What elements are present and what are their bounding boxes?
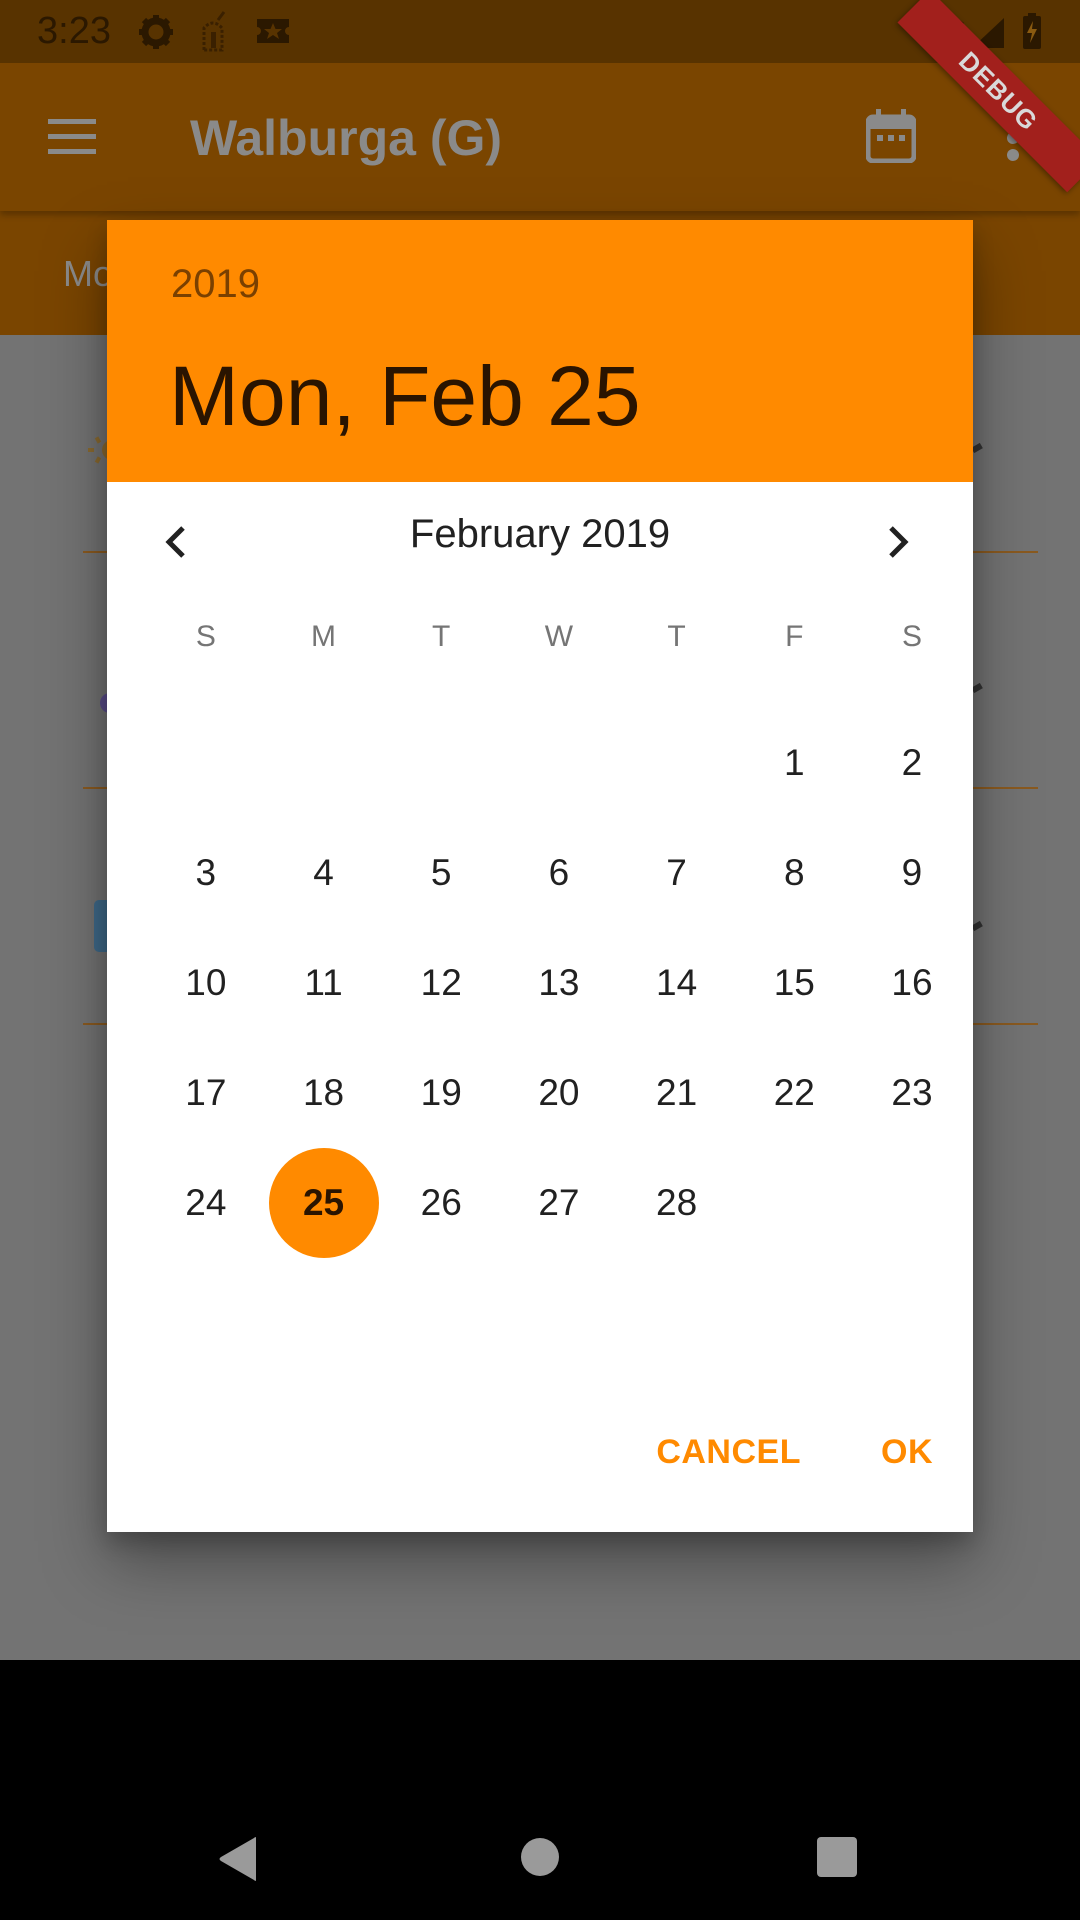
days-grid: 1 2 3 4 5 6 7 8 9 10 11 12 13 14 15 16 17 18 19 20 21 22 23 24 2… — [147, 708, 971, 1258]
day-cell[interactable]: 24 — [147, 1148, 265, 1258]
day-cell[interactable]: 19 — [382, 1038, 500, 1148]
day-number: 10 — [185, 962, 227, 1003]
day-cell[interactable]: 1 — [735, 708, 853, 818]
day-cell[interactable]: 11 — [265, 928, 383, 1038]
day-number: 20 — [538, 1072, 580, 1113]
day-number: 25 — [302, 1182, 345, 1223]
weekday-label: M — [311, 620, 337, 653]
cancel-button[interactable]: CANCEL — [616, 1433, 841, 1472]
day-cell[interactable]: 23 — [853, 1038, 971, 1148]
day-cell[interactable]: 13 — [500, 928, 618, 1038]
day-cell-selected[interactable]: 25 — [265, 1148, 383, 1258]
day-number: 7 — [666, 852, 687, 893]
day-number: 5 — [430, 852, 452, 893]
day-cell[interactable]: 7 — [618, 818, 736, 928]
empty-day-cell — [500, 708, 618, 818]
day-cell[interactable]: 9 — [853, 818, 971, 928]
system-nav-bar — [0, 1660, 1080, 1920]
day-number: 1 — [783, 742, 805, 783]
day-number: 4 — [313, 852, 334, 893]
day-cell[interactable]: 22 — [735, 1038, 853, 1148]
day-number: 8 — [783, 852, 805, 893]
weekday-label: S — [901, 620, 922, 653]
ok-button[interactable]: OK — [841, 1433, 973, 1472]
empty-day-cell — [382, 708, 500, 818]
empty-day-cell — [618, 708, 736, 818]
weekday-label: T — [667, 620, 686, 653]
day-cell[interactable]: 12 — [382, 928, 500, 1038]
weekday-label: S — [195, 620, 216, 653]
header-selected-date: Mon, Feb 25 — [169, 349, 641, 443]
day-cell[interactable]: 28 — [618, 1148, 736, 1258]
day-number: 15 — [773, 962, 815, 1003]
day-cell[interactable]: 4 — [265, 818, 383, 928]
day-number: 14 — [656, 962, 698, 1003]
day-number: 6 — [548, 852, 570, 893]
home-icon[interactable] — [521, 1838, 559, 1876]
chevron-right-icon[interactable] — [877, 522, 917, 562]
status-time: 3:23 — [37, 10, 111, 52]
empty-day-cell — [265, 708, 383, 818]
menu-icon[interactable] — [48, 119, 96, 155]
day-number: 17 — [185, 1072, 227, 1113]
day-cell[interactable]: 20 — [500, 1038, 618, 1148]
day-cell[interactable]: 26 — [382, 1148, 500, 1258]
day-cell[interactable]: 18 — [265, 1038, 383, 1148]
month-label: February 2019 — [409, 512, 671, 556]
ticket-star-icon — [255, 17, 291, 45]
day-cell[interactable]: 8 — [735, 818, 853, 928]
day-number: 22 — [773, 1072, 815, 1113]
day-number: 24 — [185, 1182, 227, 1223]
day-cell[interactable]: 17 — [147, 1038, 265, 1148]
day-cell[interactable]: 16 — [853, 928, 971, 1038]
day-number: 26 — [420, 1182, 462, 1223]
day-number: 11 — [304, 962, 343, 1003]
day-cell[interactable]: 2 — [853, 708, 971, 818]
day-number: 12 — [420, 962, 462, 1003]
day-number: 18 — [302, 1072, 345, 1113]
day-number: 13 — [538, 962, 580, 1003]
day-cell[interactable]: 3 — [147, 818, 265, 928]
app-notification-icon — [196, 10, 230, 52]
weekday-label: T — [432, 620, 451, 653]
calendar-icon[interactable] — [865, 109, 917, 164]
day-number: 27 — [538, 1182, 580, 1223]
header-year[interactable]: 2019 — [171, 262, 260, 307]
date-picker-dialog: 2019 Mon, Feb 25 February 2019 SMTWTFS 1… — [107, 220, 973, 1532]
day-number: 2 — [901, 742, 923, 783]
app-bar: Walburga (G) — [0, 63, 1080, 211]
day-number: 9 — [901, 852, 923, 893]
screen: Mo Walburga (G) 3:23 DEBUG 2019 Mon, Feb… — [0, 0, 1080, 1920]
day-cell[interactable]: 14 — [618, 928, 736, 1038]
weekday-header: SMTWTFS — [147, 620, 971, 654]
tab-label[interactable]: Mo — [63, 253, 113, 295]
dialog-actions: CANCEL OK — [616, 1412, 973, 1492]
app-title: Walburga (G) — [190, 110, 503, 166]
day-number: 19 — [420, 1072, 462, 1113]
day-cell[interactable]: 5 — [382, 818, 500, 928]
day-cell[interactable]: 10 — [147, 928, 265, 1038]
day-cell[interactable]: 21 — [618, 1038, 736, 1148]
day-number: 28 — [656, 1182, 698, 1223]
recents-icon[interactable] — [817, 1837, 857, 1877]
day-cell[interactable]: 6 — [500, 818, 618, 928]
back-icon[interactable] — [218, 1836, 258, 1887]
day-number: 3 — [195, 852, 217, 893]
day-cell[interactable]: 27 — [500, 1148, 618, 1258]
weekday-label: W — [544, 620, 574, 653]
battery-charging-icon — [1022, 13, 1042, 54]
gear-icon — [138, 14, 174, 50]
day-number: 23 — [891, 1072, 933, 1113]
weekday-label: F — [785, 620, 804, 653]
day-number: 21 — [656, 1072, 698, 1113]
day-cell[interactable]: 15 — [735, 928, 853, 1038]
date-picker-header: 2019 Mon, Feb 25 — [107, 220, 973, 482]
empty-day-cell — [147, 708, 265, 818]
day-number: 16 — [891, 962, 933, 1003]
month-navigation: February 2019 — [107, 482, 973, 592]
